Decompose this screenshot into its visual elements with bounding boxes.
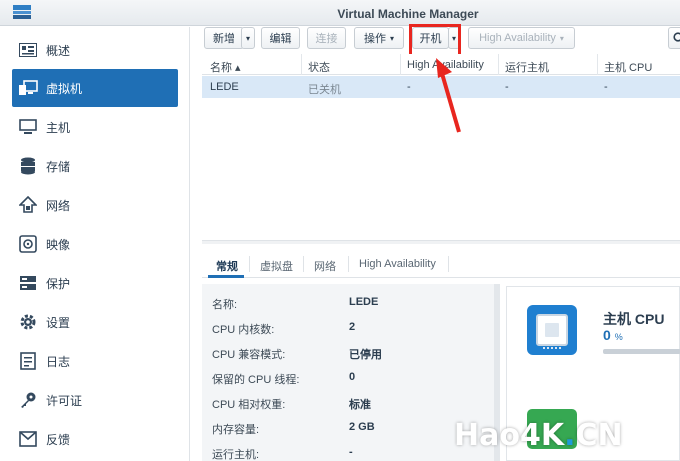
sidebar-item-label: 保护: [46, 276, 71, 291]
caret-down-icon: ▾: [389, 33, 394, 43]
connect-button[interactable]: 连接: [307, 27, 346, 49]
tab-high-availability[interactable]: High Availability: [359, 258, 436, 270]
search-icon: [672, 32, 680, 42]
cell-status: 已关机: [308, 84, 341, 96]
sidebar-item-label: 许可证: [46, 393, 83, 408]
caret-down-icon: ▾: [245, 33, 250, 43]
sidebar-item-label: 概述: [46, 43, 71, 58]
column-separator: [498, 54, 499, 75]
property-value: 已停用: [349, 349, 382, 361]
column-header-running-host[interactable]: 运行主机: [505, 59, 549, 75]
tab-network[interactable]: 网络: [314, 258, 336, 274]
column-separator: [301, 54, 302, 75]
cell-host-cpu: -: [604, 81, 608, 93]
active-tab-indicator: [208, 275, 244, 278]
sidebar-item-label: 存储: [46, 159, 71, 174]
create-button[interactable]: 新增: [204, 27, 244, 49]
gear-icon: [18, 312, 38, 332]
key-icon: [18, 390, 38, 410]
detail-tabs: 常规 虚拟盘 网络 High Availability: [202, 250, 680, 278]
title-bar: Virtual Machine Manager: [0, 0, 680, 26]
cpu-usage-bar: [603, 349, 680, 354]
action-button[interactable]: 操作 ▾: [354, 27, 404, 49]
sidebar-item-host[interactable]: 主机: [12, 108, 178, 146]
cell-running-host: -: [505, 81, 509, 93]
sidebar-item-label: 虚拟机: [46, 81, 83, 96]
sidebar-item-feedback[interactable]: 反馈: [12, 420, 178, 458]
property-value: 2 GB: [349, 421, 375, 433]
property-value: -: [349, 446, 353, 458]
property-value: 0: [349, 371, 356, 383]
sidebar-item-label: 反馈: [46, 432, 71, 447]
network-icon: [18, 195, 38, 215]
tab-virtual-disk[interactable]: 虚拟盘: [260, 258, 293, 274]
window-title: Virtual Machine Manager: [337, 7, 479, 21]
property-label: 运行主机:: [212, 449, 260, 461]
edit-button[interactable]: 编辑: [261, 27, 300, 49]
column-header-status[interactable]: 状态: [308, 59, 330, 75]
property-label: CPU 兼容模式:: [212, 349, 286, 361]
sidebar-item-label: 日志: [46, 354, 71, 369]
property-label: CPU 内核数:: [212, 324, 275, 336]
log-icon: [18, 351, 38, 371]
sidebar-item-label: 设置: [46, 315, 71, 330]
sidebar-item-network[interactable]: 网络: [12, 186, 178, 224]
property-label: 内存容量:: [212, 424, 260, 436]
sidebar-item-label: 映像: [46, 237, 71, 252]
overview-icon: [18, 40, 38, 60]
property-label: 保留的 CPU 线程:: [212, 374, 300, 386]
cpu-card-title: 主机 CPU: [603, 311, 665, 327]
cell-name: LEDE: [210, 81, 239, 93]
sidebar-item-storage[interactable]: 存储: [12, 147, 178, 185]
storage-icon: [18, 156, 38, 176]
property-value: 标准: [349, 399, 371, 411]
create-dropdown-button[interactable]: ▾: [241, 27, 255, 49]
property-label: 名称:: [212, 299, 238, 311]
tab-general[interactable]: 常规: [216, 258, 238, 274]
watermark: Hao4K.CN: [454, 418, 623, 453]
sidebar: 概述 虚拟机 主机 存储 网络 映像 保护 设置 日志 许可证 反馈: [0, 27, 190, 461]
high-availability-button[interactable]: High Availability ▾: [468, 27, 575, 49]
sidebar-item-license[interactable]: 许可证: [12, 381, 178, 419]
sidebar-item-label: 网络: [46, 198, 71, 213]
cell-high-availability: -: [407, 81, 411, 93]
tab-separator: [348, 256, 349, 272]
sidebar-item-label: 主机: [46, 120, 71, 135]
feedback-icon: [18, 429, 38, 449]
sidebar-item-overview[interactable]: 概述: [12, 31, 178, 69]
sidebar-item-settings[interactable]: 设置: [12, 303, 178, 341]
host-icon: [18, 117, 38, 137]
tab-separator: [448, 256, 449, 272]
property-value: 2: [349, 321, 356, 333]
annotation-arrow-icon: [436, 58, 461, 133]
cpu-usage-value: 0 %: [603, 327, 623, 343]
sidebar-item-log[interactable]: 日志: [12, 342, 178, 380]
tab-separator: [249, 256, 250, 272]
cpu-chip-icon: [527, 305, 577, 355]
property-value: LEDE: [349, 296, 379, 308]
column-separator: [400, 54, 401, 75]
search-button[interactable]: [668, 27, 680, 49]
property-label: CPU 相对权重:: [212, 399, 286, 411]
column-separator: [597, 54, 598, 75]
image-icon: [18, 234, 38, 254]
column-header-host-cpu[interactable]: 主机 CPU: [604, 59, 652, 75]
sidebar-item-image[interactable]: 映像: [12, 225, 178, 263]
caret-down-icon: ▾: [559, 33, 564, 43]
sidebar-item-protection[interactable]: 保护: [12, 264, 178, 302]
sidebar-item-virtual-machine[interactable]: 虚拟机: [12, 69, 178, 107]
virtual-machine-icon: [18, 78, 38, 98]
protection-icon: [18, 273, 38, 293]
panel-splitter[interactable]: [202, 240, 680, 244]
tab-separator: [303, 256, 304, 272]
column-header-name[interactable]: 名称 ▴: [210, 59, 241, 75]
